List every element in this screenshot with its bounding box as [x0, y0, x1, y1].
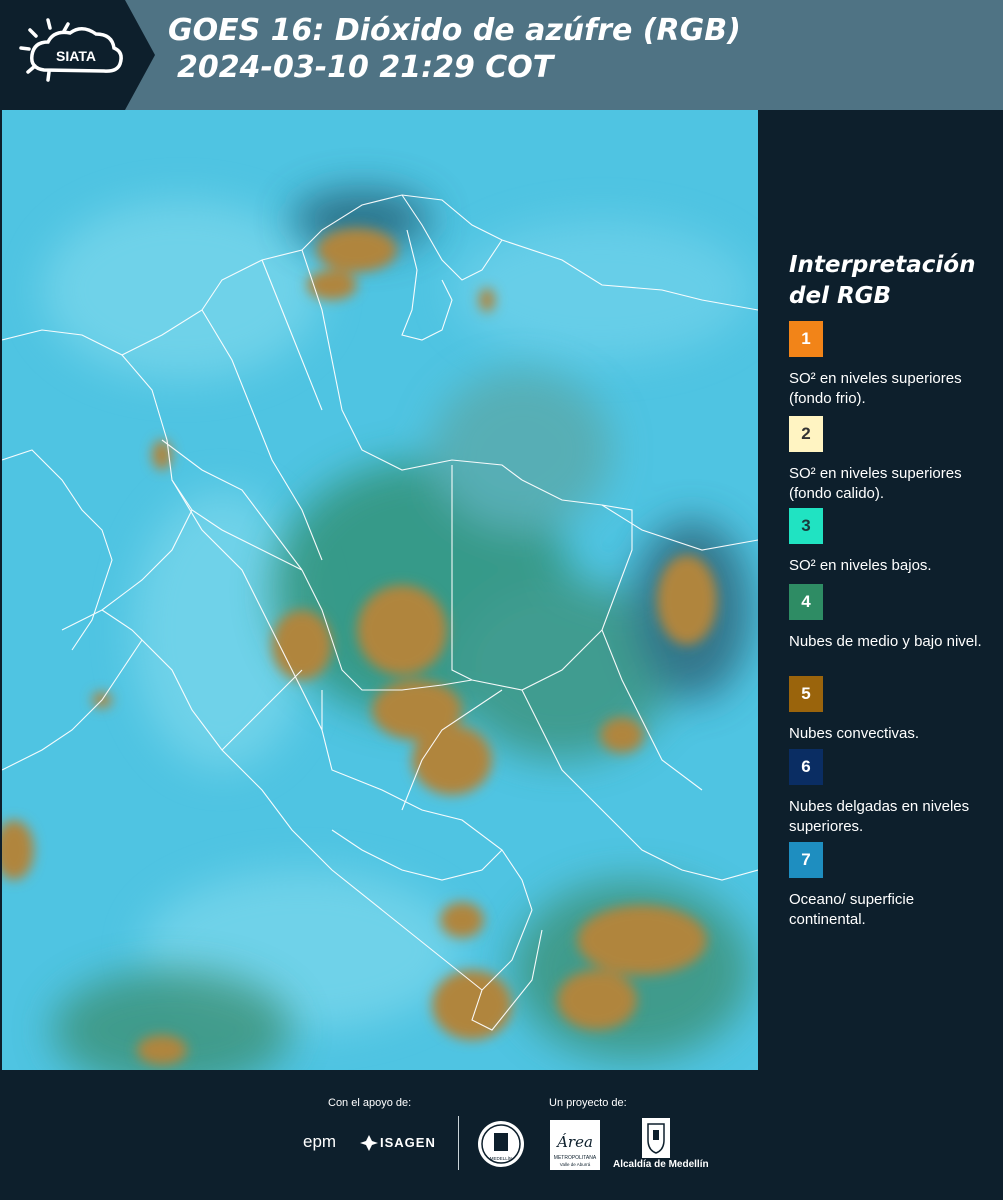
- siata-logo: SIATA: [0, 0, 155, 110]
- footer: Con el apoyo de: Un proyecto de: epm ISA…: [0, 1070, 1003, 1200]
- legend-swatch-6: 6: [789, 749, 823, 785]
- legend-text-2: SO² en niveles superiores (fondo calido)…: [789, 465, 962, 502]
- alcaldia-shield-icon: [642, 1118, 670, 1162]
- legend-swatch-1: 1: [789, 321, 823, 357]
- legend-title-line-2: del RGB: [789, 283, 892, 309]
- legend-item-5: 5 Nubes convectivas.: [789, 676, 994, 744]
- legend-swatch-2: 2: [789, 416, 823, 452]
- footer-divider: [458, 1116, 459, 1170]
- medellin-seal-icon: MEDELLÍN: [477, 1120, 525, 1172]
- svg-text:MEDELLÍN: MEDELLÍN: [490, 1155, 513, 1161]
- svg-text:Área: Área: [555, 1133, 593, 1151]
- title-line-1: GOES 16: Dióxido de azúfre (RGB): [168, 13, 741, 48]
- legend-title: Interpretación del RGB: [789, 250, 975, 312]
- satellite-map[interactable]: [2, 110, 758, 1070]
- project-label: Un proyecto de:: [549, 1097, 627, 1109]
- legend-swatch-7: 7: [789, 842, 823, 878]
- legend-text-7: Oceano/ superficie continental.: [789, 891, 915, 928]
- legend-item-7: 7 Oceano/ superficie continental.: [789, 842, 994, 930]
- legend-text-5: Nubes convectivas.: [789, 725, 920, 742]
- legend-title-line-1: Interpretación: [789, 252, 976, 278]
- legend-item-2: 2 SO² en niveles superiores (fondo calid…: [789, 416, 994, 504]
- legend-text-4: Nubes de medio y bajo nivel.: [789, 633, 982, 650]
- title-line-2: 2024-03-10 21:29 COT: [177, 50, 554, 85]
- svg-text:SIATA: SIATA: [56, 48, 96, 64]
- legend-swatch-3: 3: [789, 508, 823, 544]
- legend-item-3: 3 SO² en niveles bajos.: [789, 508, 994, 576]
- svg-text:Valle de Aburrá: Valle de Aburrá: [560, 1162, 591, 1167]
- legend-item-6: 6 Nubes delgadas en niveles superiores.: [789, 749, 994, 837]
- legend-item-4: 4 Nubes de medio y bajo nivel.: [789, 584, 994, 652]
- legend-swatch-4: 4: [789, 584, 823, 620]
- header-bar: SIATA GOES 16: Dióxido de azúfre (RGB) 2…: [0, 0, 1003, 110]
- svg-text:METROPOLITANA: METROPOLITANA: [554, 1155, 597, 1161]
- alcaldia-label: Alcaldía de Medellín: [613, 1159, 709, 1170]
- legend-text-1: SO² en niveles superiores (fondo frio).: [789, 370, 962, 407]
- legend-swatch-5: 5: [789, 676, 823, 712]
- isagen-logo: ISAGEN: [380, 1135, 436, 1150]
- legend-text-6: Nubes delgadas en niveles superiores.: [789, 798, 970, 835]
- legend-item-1: 1 SO² en niveles superiores (fondo frio)…: [789, 321, 994, 409]
- epm-logo: epm: [303, 1132, 337, 1151]
- area-metropolitana-logo: Área METROPOLITANA Valle de Aburrá: [550, 1120, 600, 1174]
- legend-text-3: SO² en niveles bajos.: [789, 557, 932, 574]
- page-title: GOES 16: Dióxido de azúfre (RGB) 2024-03…: [168, 12, 741, 86]
- support-label: Con el apoyo de:: [328, 1097, 412, 1109]
- legend-panel: Interpretación del RGB 1 SO² en niveles …: [758, 110, 1003, 1070]
- isagen-icon: [360, 1135, 378, 1155]
